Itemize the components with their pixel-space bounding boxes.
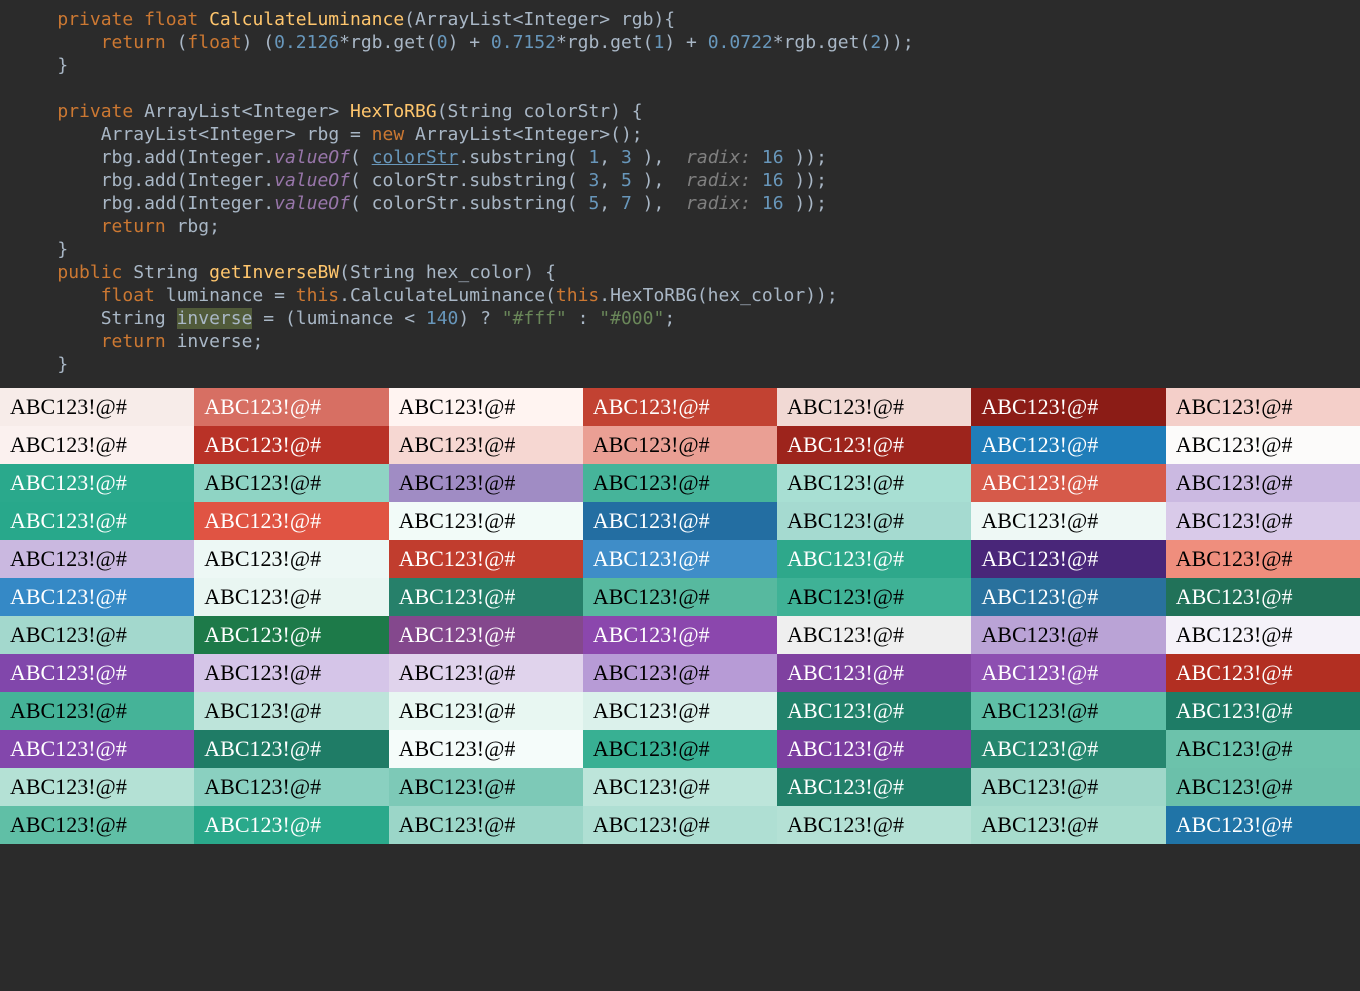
color-swatch: ABC123!@# — [1166, 616, 1360, 654]
color-swatch: ABC123!@# — [583, 502, 777, 540]
color-swatch: ABC123!@# — [583, 692, 777, 730]
color-swatch: ABC123!@# — [389, 502, 583, 540]
color-swatch: ABC123!@# — [971, 692, 1165, 730]
color-swatch: ABC123!@# — [777, 426, 971, 464]
color-swatch: ABC123!@# — [389, 464, 583, 502]
color-swatch: ABC123!@# — [1166, 730, 1360, 768]
color-swatch: ABC123!@# — [1166, 654, 1360, 692]
color-swatch: ABC123!@# — [971, 806, 1165, 844]
color-swatch: ABC123!@# — [194, 426, 388, 464]
code-editor: private float CalculateLuminance(ArrayLi… — [0, 0, 1360, 388]
color-swatch: ABC123!@# — [777, 616, 971, 654]
color-swatch: ABC123!@# — [777, 578, 971, 616]
color-swatch: ABC123!@# — [971, 426, 1165, 464]
color-swatch: ABC123!@# — [389, 578, 583, 616]
color-swatch: ABC123!@# — [971, 616, 1165, 654]
kw-float: float — [144, 9, 198, 30]
color-swatch: ABC123!@# — [389, 540, 583, 578]
color-swatch: ABC123!@# — [777, 540, 971, 578]
color-swatch: ABC123!@# — [1166, 540, 1360, 578]
color-swatch: ABC123!@# — [1166, 806, 1360, 844]
color-swatch: ABC123!@# — [194, 768, 388, 806]
fn-hex: HexToRBG — [350, 101, 437, 122]
color-swatch: ABC123!@# — [389, 388, 583, 426]
color-swatch: ABC123!@# — [0, 540, 194, 578]
color-swatch: ABC123!@# — [389, 730, 583, 768]
color-swatch-grid: ABC123!@#ABC123!@#ABC123!@#ABC123!@#ABC1… — [0, 388, 1360, 844]
color-swatch: ABC123!@# — [1166, 464, 1360, 502]
color-swatch: ABC123!@# — [194, 388, 388, 426]
kw-private: private — [57, 9, 133, 30]
color-swatch: ABC123!@# — [389, 616, 583, 654]
color-swatch: ABC123!@# — [0, 654, 194, 692]
color-swatch: ABC123!@# — [583, 806, 777, 844]
color-swatch: ABC123!@# — [0, 692, 194, 730]
color-swatch: ABC123!@# — [0, 768, 194, 806]
color-swatch: ABC123!@# — [0, 464, 194, 502]
color-swatch: ABC123!@# — [971, 654, 1165, 692]
color-swatch: ABC123!@# — [777, 388, 971, 426]
color-swatch: ABC123!@# — [0, 502, 194, 540]
color-swatch: ABC123!@# — [971, 464, 1165, 502]
color-swatch: ABC123!@# — [971, 388, 1165, 426]
color-swatch: ABC123!@# — [194, 730, 388, 768]
color-swatch: ABC123!@# — [1166, 502, 1360, 540]
color-swatch: ABC123!@# — [194, 616, 388, 654]
color-swatch: ABC123!@# — [1166, 578, 1360, 616]
color-swatch: ABC123!@# — [777, 768, 971, 806]
color-swatch: ABC123!@# — [0, 578, 194, 616]
color-swatch: ABC123!@# — [583, 768, 777, 806]
fn-inverse: getInverseBW — [209, 262, 339, 283]
color-swatch: ABC123!@# — [777, 806, 971, 844]
color-swatch: ABC123!@# — [971, 540, 1165, 578]
color-swatch: ABC123!@# — [194, 578, 388, 616]
color-swatch: ABC123!@# — [194, 464, 388, 502]
color-swatch: ABC123!@# — [389, 768, 583, 806]
color-swatch: ABC123!@# — [583, 464, 777, 502]
color-swatch: ABC123!@# — [777, 730, 971, 768]
color-swatch: ABC123!@# — [0, 616, 194, 654]
color-swatch: ABC123!@# — [389, 654, 583, 692]
color-swatch: ABC123!@# — [777, 502, 971, 540]
color-swatch: ABC123!@# — [0, 806, 194, 844]
color-swatch: ABC123!@# — [389, 426, 583, 464]
color-swatch: ABC123!@# — [194, 502, 388, 540]
color-swatch: ABC123!@# — [777, 654, 971, 692]
color-swatch: ABC123!@# — [0, 388, 194, 426]
color-swatch: ABC123!@# — [583, 730, 777, 768]
color-swatch: ABC123!@# — [583, 578, 777, 616]
color-swatch: ABC123!@# — [0, 426, 194, 464]
color-swatch: ABC123!@# — [194, 692, 388, 730]
color-swatch: ABC123!@# — [194, 540, 388, 578]
color-swatch: ABC123!@# — [583, 540, 777, 578]
color-swatch: ABC123!@# — [1166, 692, 1360, 730]
fn-calc: CalculateLuminance — [209, 9, 404, 30]
color-swatch: ABC123!@# — [583, 388, 777, 426]
color-swatch: ABC123!@# — [389, 692, 583, 730]
color-swatch: ABC123!@# — [777, 692, 971, 730]
color-swatch: ABC123!@# — [777, 464, 971, 502]
color-swatch: ABC123!@# — [971, 578, 1165, 616]
hint-radix: radix: — [686, 147, 751, 168]
color-swatch: ABC123!@# — [1166, 768, 1360, 806]
color-swatch: ABC123!@# — [1166, 388, 1360, 426]
color-swatch: ABC123!@# — [1166, 426, 1360, 464]
color-swatch: ABC123!@# — [583, 426, 777, 464]
color-swatch: ABC123!@# — [583, 654, 777, 692]
color-swatch: ABC123!@# — [971, 502, 1165, 540]
color-swatch: ABC123!@# — [971, 730, 1165, 768]
var-inverse: inverse — [177, 308, 253, 329]
color-swatch: ABC123!@# — [389, 806, 583, 844]
color-swatch: ABC123!@# — [194, 806, 388, 844]
param-colorstr: colorStr — [372, 147, 459, 168]
color-swatch: ABC123!@# — [194, 654, 388, 692]
color-swatch: ABC123!@# — [0, 730, 194, 768]
color-swatch: ABC123!@# — [583, 616, 777, 654]
color-swatch: ABC123!@# — [971, 768, 1165, 806]
